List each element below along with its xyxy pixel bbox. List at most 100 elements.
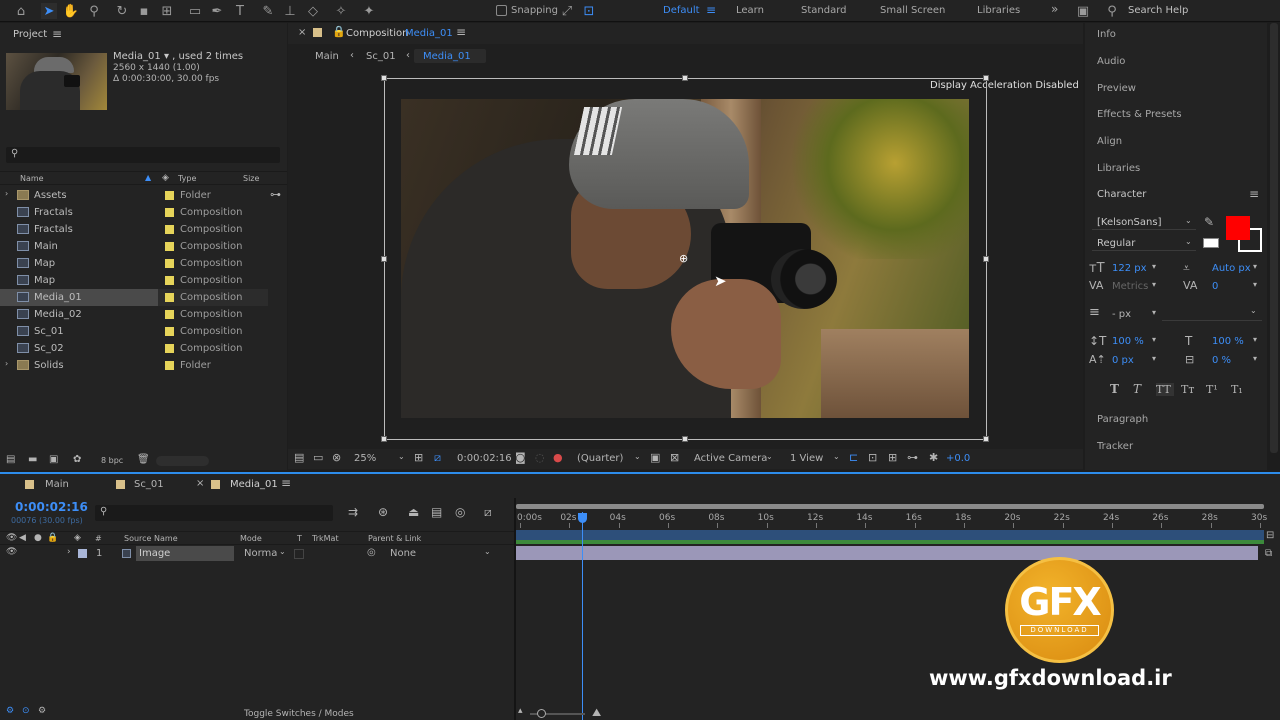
brush-tool-icon[interactable]: ✎ xyxy=(260,3,276,19)
label-color-swatch[interactable] xyxy=(165,208,174,217)
column-parent-link[interactable]: Parent & Link xyxy=(368,534,421,543)
timeline-icon[interactable]: ⊞ xyxy=(888,451,897,464)
project-item[interactable]: Sc_02 Composition xyxy=(0,340,280,357)
toggle-switches-modes-button[interactable]: Toggle Switches / Modes xyxy=(244,709,354,719)
project-item[interactable]: Sc_01 Composition xyxy=(0,323,280,340)
camera-tool-icon[interactable]: ▪ xyxy=(136,3,152,19)
project-item[interactable]: Main Composition xyxy=(0,238,280,255)
transform-handle[interactable] xyxy=(381,75,387,81)
home-icon[interactable]: ⌂ xyxy=(13,3,29,19)
exposure-value[interactable]: +0.0 xyxy=(946,453,970,464)
project-item[interactable]: Map Composition xyxy=(0,272,280,289)
layer-row[interactable]: 👁 › 1 Image Norma ⌄ ◎ None ⌄ xyxy=(0,546,514,562)
column-name[interactable]: Name xyxy=(20,174,44,183)
viewer-timecode[interactable]: 0:00:02:16 xyxy=(457,453,512,464)
transfer-controls-icon[interactable]: ⊙ xyxy=(22,706,30,716)
panel-info[interactable]: Info xyxy=(1097,29,1116,40)
work-area-bar[interactable] xyxy=(516,504,1264,509)
label-color-swatch[interactable] xyxy=(165,225,174,234)
stroke-width-value[interactable]: - px xyxy=(1112,309,1131,320)
small-caps-button[interactable]: Tт xyxy=(1181,383,1199,396)
layer-duration-bar[interactable] xyxy=(516,546,1258,560)
panel-align[interactable]: Align xyxy=(1097,136,1122,147)
show-snapshot-icon[interactable]: ◌ xyxy=(535,451,545,464)
chevron-down-icon[interactable]: ▾ xyxy=(1152,262,1156,271)
selection-tool-icon[interactable]: ➤ xyxy=(41,3,57,19)
panel-menu-icon[interactable]: ≡ xyxy=(52,27,62,41)
eyedropper-icon[interactable]: ✎ xyxy=(1204,215,1214,229)
view-layout-select[interactable]: 1 View xyxy=(790,453,823,464)
panel-effects-presets[interactable]: Effects & Presets xyxy=(1097,109,1182,120)
label-column-icon[interactable]: ◈ xyxy=(74,533,81,543)
roto-brush-tool-icon[interactable]: ✧ xyxy=(333,3,349,19)
timeline-tab-sc01[interactable]: Sc_01 xyxy=(134,479,164,490)
rectangle-tool-icon[interactable]: ▭ xyxy=(187,3,203,19)
transform-handle[interactable] xyxy=(983,256,989,262)
transform-handle[interactable] xyxy=(682,75,688,81)
interpret-footage-icon[interactable]: ▤ xyxy=(6,454,15,465)
flowchart-icon[interactable]: ⊶ xyxy=(907,451,918,464)
panel-tracker[interactable]: Tracker xyxy=(1097,441,1133,452)
toggle-pixel-icon[interactable]: ⊏ xyxy=(849,451,858,464)
timeline-search-input[interactable]: ⚲ xyxy=(95,505,333,521)
zoom-in-icon[interactable]: ⛰ xyxy=(592,706,601,720)
pen-tool-icon[interactable]: ✒ xyxy=(209,3,225,19)
parent-select[interactable]: None xyxy=(390,548,416,559)
frame-blending-icon[interactable]: ▤ xyxy=(431,505,442,519)
column-mode[interactable]: Mode xyxy=(240,534,262,543)
project-item[interactable]: › Assets Folder xyxy=(0,187,280,204)
breadcrumb-main[interactable]: Main xyxy=(315,51,339,62)
panel-audio[interactable]: Audio xyxy=(1097,56,1125,67)
column-t[interactable]: T xyxy=(297,534,302,543)
transform-handle[interactable] xyxy=(983,75,989,81)
layer-label-swatch[interactable] xyxy=(78,549,87,558)
pan-behind-tool-icon[interactable]: ⊞ xyxy=(159,3,175,19)
panel-menu-icon[interactable]: ≡ xyxy=(1249,187,1259,201)
channel-icon[interactable]: ● xyxy=(553,451,563,464)
project-item[interactable]: Map Composition xyxy=(0,255,280,272)
chevron-down-icon[interactable]: ⌄ xyxy=(279,547,286,556)
project-search-input[interactable]: ⚲ xyxy=(6,147,280,163)
search-help-input[interactable]: Search Help xyxy=(1128,5,1188,16)
comp-tab-name[interactable]: Media_01 xyxy=(405,28,453,39)
close-tab-icon[interactable]: × xyxy=(298,27,306,38)
workspace-default[interactable]: Default xyxy=(663,5,700,16)
label-column-icon[interactable]: ◈ xyxy=(162,173,169,183)
panel-menu-icon[interactable]: ≡ xyxy=(456,25,466,39)
transform-handle[interactable] xyxy=(983,436,989,442)
label-color-swatch[interactable] xyxy=(165,259,174,268)
label-color-swatch[interactable] xyxy=(165,191,174,200)
workspace-libraries[interactable]: Libraries xyxy=(977,5,1020,16)
transform-handle[interactable] xyxy=(682,436,688,442)
project-settings-icon[interactable]: ✿ xyxy=(73,454,81,465)
eraser-tool-icon[interactable]: ◇ xyxy=(305,3,321,19)
chevron-down-icon[interactable]: ⌄ xyxy=(766,452,773,461)
chevron-down-icon[interactable]: ▾ xyxy=(1253,354,1257,363)
expand-arrow-icon[interactable]: › xyxy=(5,359,8,368)
zoom-tool-icon[interactable]: ⚲ xyxy=(86,3,102,19)
sort-icon[interactable]: ▲ xyxy=(145,173,151,182)
transform-handle[interactable] xyxy=(381,436,387,442)
chevron-down-icon[interactable]: ⌄ xyxy=(833,452,840,461)
leading-value[interactable]: Auto px xyxy=(1212,263,1251,274)
chevron-down-icon[interactable]: ▾ xyxy=(1152,354,1156,363)
layer-switches-icon[interactable]: ⚙ xyxy=(6,706,14,716)
panel-paragraph[interactable]: Paragraph xyxy=(1097,414,1148,425)
playhead-line[interactable] xyxy=(582,512,584,720)
expand-arrow-icon[interactable]: › xyxy=(67,547,71,557)
vertical-scale-value[interactable]: 100 % xyxy=(1112,336,1144,347)
new-comp-icon[interactable]: ▣ xyxy=(49,454,58,465)
chevron-down-icon[interactable]: ⌄ xyxy=(484,547,491,556)
font-family-select[interactable]: [KelsonSans] ⌄ xyxy=(1092,216,1196,230)
hand-tool-icon[interactable]: ✋ xyxy=(63,3,79,19)
eye-icon[interactable]: 👁 xyxy=(6,547,17,557)
chevron-down-icon[interactable]: ▾ xyxy=(1152,335,1156,344)
workspace-small-screen[interactable]: Small Screen xyxy=(880,5,945,16)
graph-editor-icon[interactable]: ⧄ xyxy=(484,505,492,520)
label-color-swatch[interactable] xyxy=(165,242,174,251)
motion-blur-icon[interactable]: ◎ xyxy=(455,505,465,519)
superscript-button[interactable]: T¹ xyxy=(1206,383,1224,396)
transparency-grid-icon[interactable]: ⊠ xyxy=(670,451,679,464)
new-folder-icon[interactable]: ▬ xyxy=(28,454,37,465)
label-color-swatch[interactable] xyxy=(165,327,174,336)
